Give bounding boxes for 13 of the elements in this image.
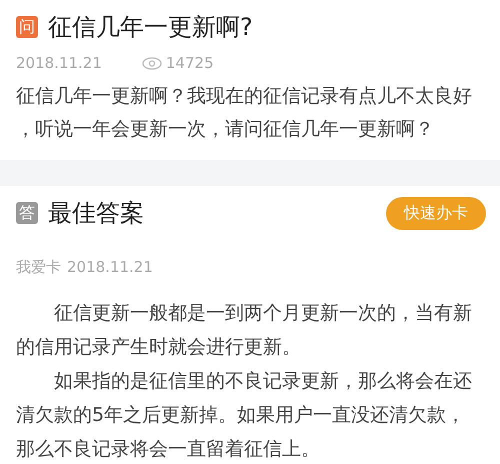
- answer-paragraph: 如果指的是征信里的不良记录更新，那么将会在还清欠款的5年之后更新掉。如果用户一直没还清欠款，那么不良记录将会一直留着征信上。: [16, 369, 473, 462]
- eye-icon: [142, 56, 162, 70]
- answer-date: 2018.11.21: [67, 258, 153, 276]
- apply-card-button[interactable]: 快速办卡: [386, 196, 486, 230]
- answer-author: 我爱卡: [16, 258, 61, 276]
- answer-paragraph: 征信更新一般都是一到两个月更新一次的，当有新的信用记录产生时就会进行更新。: [16, 301, 473, 360]
- question-body: 征信几年一更新啊？我现在的征信记录有点儿不太良好，听说一年会更新一次，请问征信几年一更新啊？: [16, 84, 473, 142]
- question-badge: 问: [16, 16, 38, 38]
- question-title: 征信几年一更新啊?: [48, 12, 253, 43]
- answer-title: 最佳答案: [48, 198, 144, 229]
- view-count: 14725: [166, 54, 214, 72]
- question-date: 2018.11.21: [16, 54, 102, 72]
- answer-badge: 答: [16, 202, 38, 224]
